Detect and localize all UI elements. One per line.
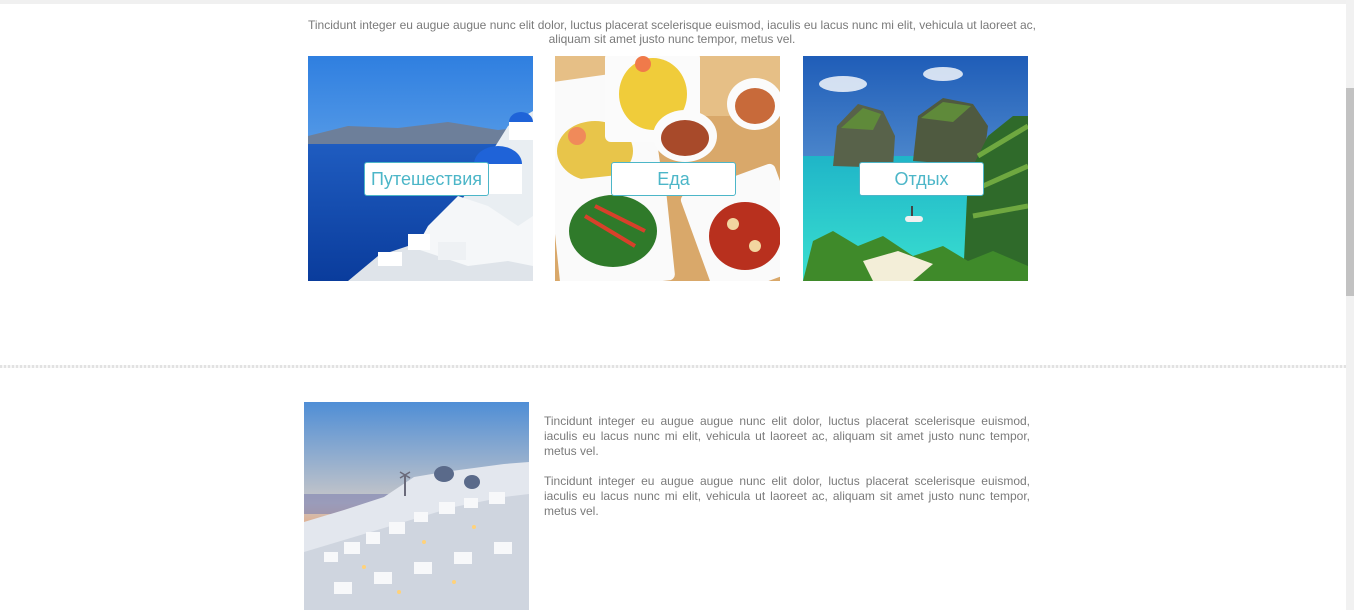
vertical-scrollbar[interactable] xyxy=(1346,0,1354,610)
feature-text: Tincidunt integer eu augue augue nunc el… xyxy=(544,414,1030,534)
category-button-food[interactable]: Еда xyxy=(611,162,736,196)
feature-paragraph-2: Tincidunt integer eu augue augue nunc el… xyxy=(544,474,1030,518)
feature-paragraph-1: Tincidunt integer eu augue augue nunc el… xyxy=(544,414,1030,458)
category-card-travel[interactable]: Путешествия xyxy=(308,56,533,281)
scrollbar-thumb[interactable] xyxy=(1346,88,1354,296)
category-card-food[interactable]: Еда xyxy=(555,56,780,281)
section-divider xyxy=(0,365,1346,368)
category-button-travel[interactable]: Путешествия xyxy=(364,162,489,196)
feature-image xyxy=(304,402,529,610)
santorini-sunset-image xyxy=(304,402,529,610)
category-button-rest[interactable]: Отдых xyxy=(859,162,984,196)
category-card-rest[interactable]: Отдых xyxy=(803,56,1028,281)
top-strip xyxy=(0,0,1346,4)
intro-text: Tincidunt integer eu augue augue nunc el… xyxy=(308,18,1036,46)
